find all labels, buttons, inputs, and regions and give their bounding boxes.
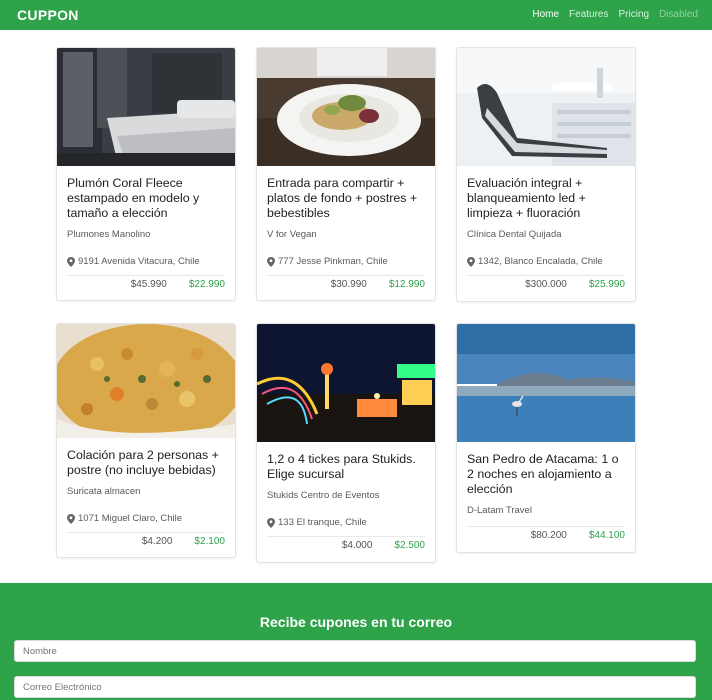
- offer-title[interactable]: Entrada para compartir + platos de fondo…: [267, 176, 425, 221]
- offer-location: 777 Jesse Pinkman, Chile: [267, 256, 425, 267]
- price-old: $30.990: [330, 279, 367, 290]
- offer-title[interactable]: 1,2 o 4 tickes para Stukids. Elige sucur…: [267, 452, 425, 482]
- navbar: CUPPON Home Features Pricing Disabled: [0, 0, 712, 30]
- price-new: $2.500: [394, 540, 425, 551]
- offer-location: 133 El tranque, Chile: [267, 517, 425, 528]
- offer-card[interactable]: Plumón Coral Fleece estampado en modelo …: [56, 47, 236, 301]
- nav-link-disabled: Disabled: [659, 9, 698, 20]
- offer-company: Clínica Dental Quijada: [467, 229, 562, 240]
- price-old: $4.000: [341, 540, 373, 551]
- nav-links: Home Features Pricing Disabled: [532, 9, 698, 20]
- map-pin-icon: [467, 256, 475, 267]
- dental-chair-photo: [457, 48, 635, 166]
- nav-link-features[interactable]: Features: [569, 9, 608, 20]
- salad-plate-photo: [257, 48, 435, 166]
- nav-link-home[interactable]: Home: [532, 9, 559, 20]
- offer-title[interactable]: Evaluación integral + blanqueamiento led…: [467, 176, 625, 221]
- offer-prices: $80.200 $44.100: [467, 526, 625, 541]
- price-new: $44.100: [588, 530, 625, 541]
- bedroom-photo: [57, 48, 235, 166]
- offer-location: 9191 Avenida Vitacura, Chile: [67, 256, 225, 267]
- offer-company: Stukids Centro de Eventos: [267, 490, 380, 501]
- offer-prices: $300.000 $25.990: [467, 275, 625, 290]
- offer-card[interactable]: 1,2 o 4 tickes para Stukids. Elige sucur…: [256, 323, 436, 563]
- map-pin-icon: [67, 513, 75, 524]
- price-new: $25.990: [588, 279, 625, 290]
- offer-prices: $30.990 $12.990: [267, 275, 425, 290]
- offer-company: Plumones Manolino: [67, 229, 151, 240]
- offer-location: 1071 Miguel Claro, Chile: [67, 513, 225, 524]
- price-old: $4.200: [141, 536, 173, 547]
- price-new: $12.990: [388, 279, 425, 290]
- subscribe-title: Recibe cupones en tu correo: [259, 614, 453, 630]
- offer-address: 1071 Miguel Claro, Chile: [78, 513, 183, 524]
- price-old: $300.000: [525, 279, 567, 290]
- offer-card[interactable]: Colación para 2 personas + postre (no in…: [56, 323, 236, 558]
- offer-card[interactable]: Evaluación integral + blanqueamiento led…: [456, 47, 636, 302]
- offer-card[interactable]: San Pedro de Atacama: 1 o 2 noches en al…: [456, 323, 636, 553]
- map-pin-icon: [267, 256, 275, 267]
- offer-title[interactable]: Colación para 2 personas + postre (no in…: [67, 448, 225, 478]
- lagoon-flamingo-photo: [457, 324, 635, 442]
- map-pin-icon: [67, 256, 75, 267]
- nav-link-pricing[interactable]: Pricing: [619, 9, 650, 20]
- price-old: $80.200: [530, 530, 567, 541]
- email-field[interactable]: [14, 676, 696, 698]
- offer-address: 1342, Blanco Encalada, Chile: [478, 256, 603, 267]
- price-old: $45.990: [130, 279, 167, 290]
- offer-prices: $4.000 $2.500: [267, 536, 425, 551]
- offer-company: D-Latam Travel: [467, 505, 532, 516]
- offer-card[interactable]: Entrada para compartir + platos de fondo…: [256, 47, 436, 301]
- offer-location: 1342, Blanco Encalada, Chile: [467, 256, 625, 267]
- amusement-park-photo: [257, 324, 435, 442]
- offer-address: 133 El tranque, Chile: [278, 517, 367, 528]
- price-new: $2.100: [194, 536, 225, 547]
- offer-title[interactable]: Plumón Coral Fleece estampado en modelo …: [67, 176, 225, 221]
- offer-title[interactable]: San Pedro de Atacama: 1 o 2 noches en al…: [467, 452, 625, 497]
- offer-address: 9191 Avenida Vitacura, Chile: [78, 256, 200, 267]
- map-pin-icon: [267, 517, 275, 528]
- name-field[interactable]: [14, 640, 696, 662]
- food-dish-photo: [57, 324, 235, 438]
- offer-company: Suricata almacen: [67, 486, 141, 497]
- offer-prices: $4.200 $2.100: [67, 532, 225, 547]
- offer-company: V for Vegan: [267, 229, 317, 240]
- offer-prices: $45.990 $22.990: [67, 275, 225, 290]
- offer-address: 777 Jesse Pinkman, Chile: [278, 256, 388, 267]
- brand-logo[interactable]: CUPPON: [17, 7, 79, 23]
- price-new: $22.990: [188, 279, 225, 290]
